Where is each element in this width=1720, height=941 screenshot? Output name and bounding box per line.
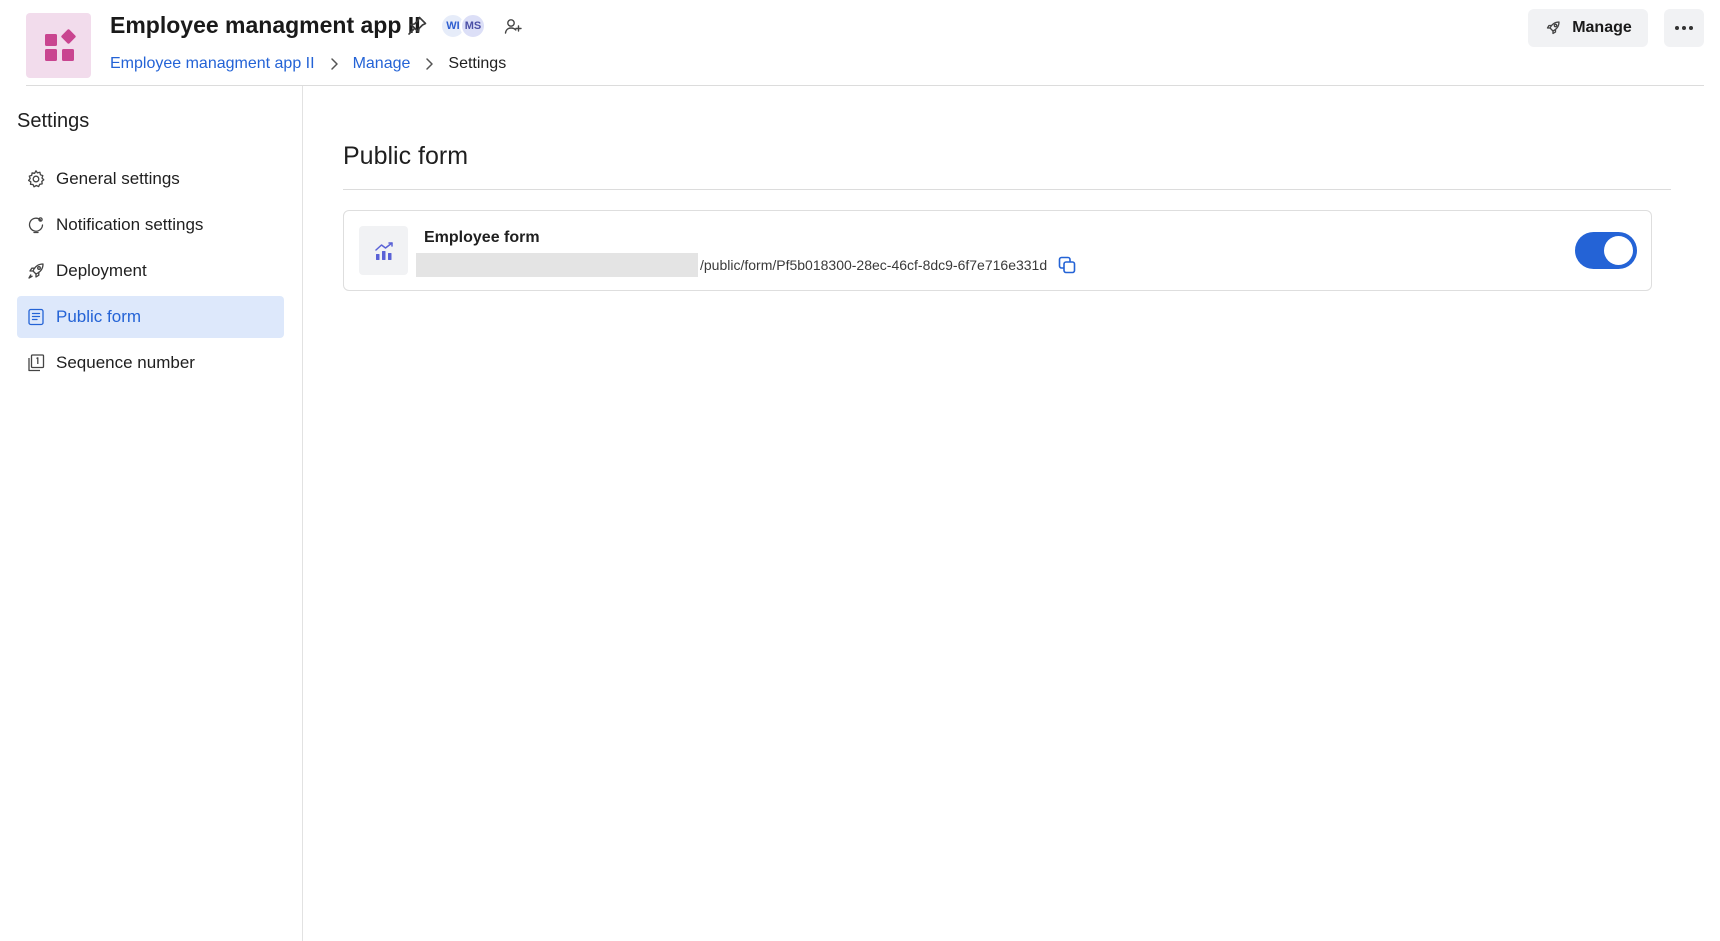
manage-button-label: Manage: [1572, 19, 1632, 36]
sidebar-item-label: Notification settings: [56, 215, 204, 234]
sidebar-title: Settings: [17, 110, 90, 132]
bell-icon: [28, 217, 44, 234]
sidebar-item-public-form[interactable]: Public form: [17, 296, 284, 338]
form-name: Employee form: [424, 229, 540, 246]
avatar[interactable]: MS: [460, 13, 486, 39]
gear-icon: [27, 170, 45, 188]
settings-sidebar: Settings General settings Notification s…: [0, 86, 303, 941]
breadcrumb: Employee managment app II Manage Setting…: [110, 55, 506, 73]
breadcrumb-link-app[interactable]: Employee managment app II: [110, 55, 315, 73]
chevron-right-icon: [426, 58, 434, 70]
app-title: Employee managment app II: [110, 12, 421, 38]
breadcrumb-current: Settings: [448, 55, 507, 72]
app-icon: [26, 13, 91, 78]
chart-bars-icon: [374, 241, 393, 260]
more-horizontal-icon: [1675, 26, 1693, 30]
rocket-icon: [1547, 21, 1560, 35]
url-host-redacted: [416, 253, 698, 277]
sidebar-item-label: General settings: [56, 169, 180, 188]
sidebar-item-label: Deployment: [56, 261, 147, 280]
apps-grid-icon: [44, 28, 76, 61]
rocket-icon: [28, 263, 44, 279]
sidebar-item-notification-settings[interactable]: Notification settings: [17, 204, 284, 246]
title-divider: [343, 189, 1671, 190]
sidebar-item-sequence-number[interactable]: Sequence number: [17, 342, 284, 384]
copy-icon[interactable]: [1057, 255, 1077, 275]
settings-nav: General settings Notification settings D…: [17, 158, 284, 388]
add-user-icon[interactable]: [503, 16, 523, 36]
more-options-button[interactable]: [1664, 9, 1704, 47]
page-title: Public form: [343, 142, 469, 170]
collaborator-avatars[interactable]: WI MS: [440, 13, 486, 39]
sidebar-item-deployment[interactable]: Deployment: [17, 250, 284, 292]
manage-button[interactable]: Manage: [1528, 9, 1648, 47]
sidebar-item-label: Public form: [56, 307, 142, 326]
toggle-knob: [1604, 236, 1633, 265]
breadcrumb-link-manage[interactable]: Manage: [353, 55, 411, 73]
form-enabled-toggle[interactable]: [1575, 232, 1637, 269]
sidebar-item-general-settings[interactable]: General settings: [17, 158, 284, 200]
chart-icon: [359, 226, 408, 275]
public-form-card: Employee form /public/form/Pf5b018300-28…: [343, 210, 1652, 291]
sidebar-item-label: Sequence number: [56, 353, 195, 372]
form-icon: [28, 308, 44, 326]
form-url: /public/form/Pf5b018300-28ec-46cf-8dc9-6…: [700, 257, 1048, 273]
pin-icon[interactable]: [405, 14, 429, 38]
sequence-number-icon: [28, 354, 45, 372]
form-url-row: /public/form/Pf5b018300-28ec-46cf-8dc9-6…: [416, 253, 1077, 277]
chevron-right-icon: [330, 58, 338, 70]
